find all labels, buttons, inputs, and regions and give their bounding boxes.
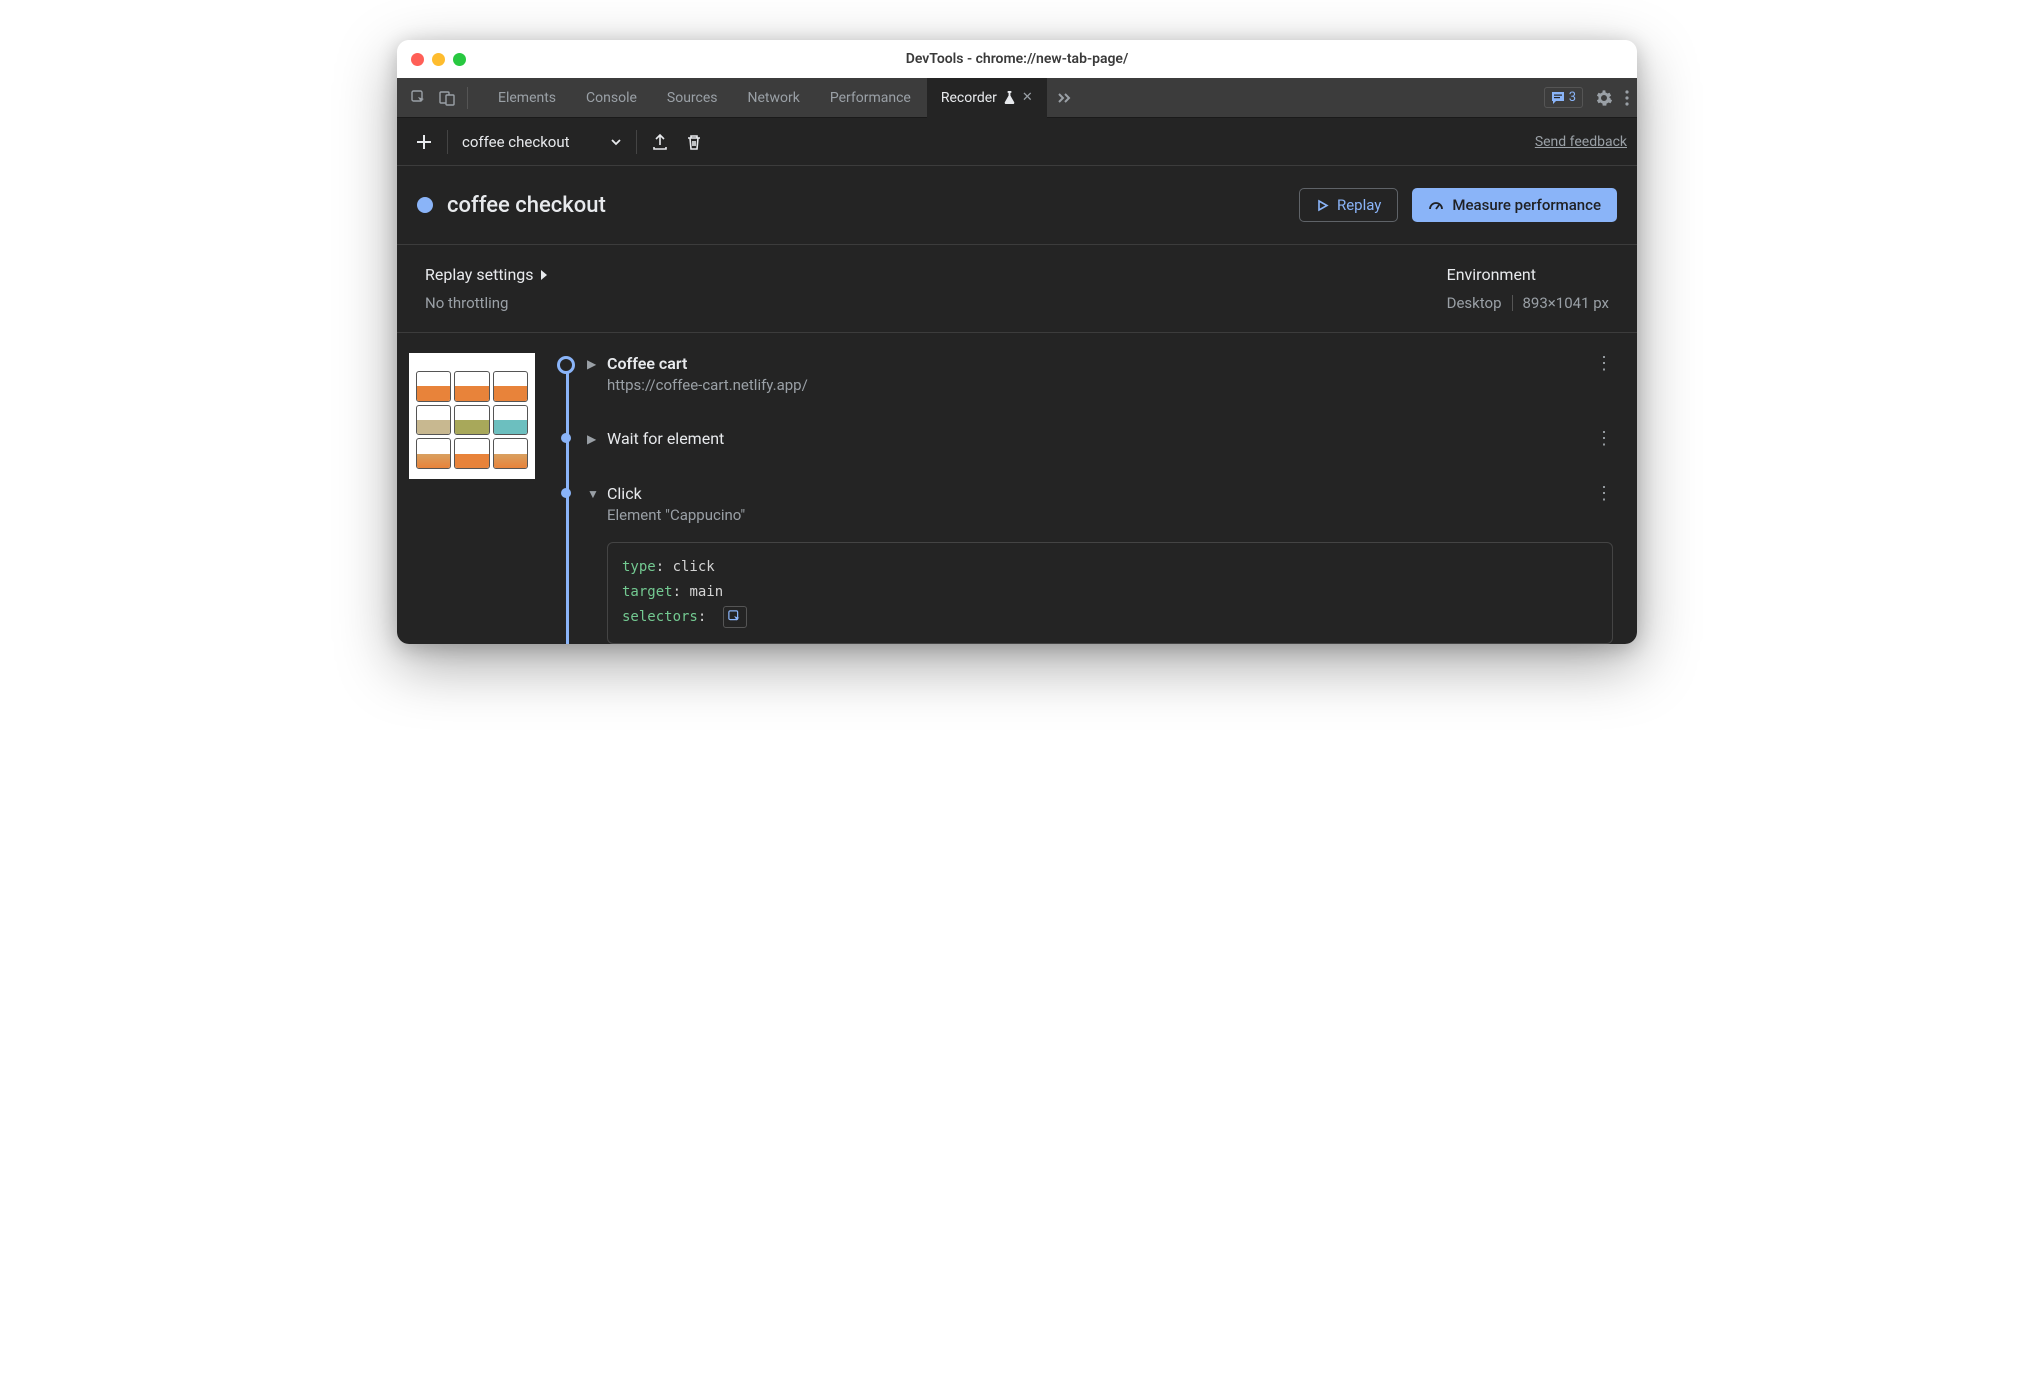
- step-menu-button[interactable]: ⋮: [1595, 353, 1613, 374]
- step-title: Click: [607, 484, 642, 503]
- replay-button[interactable]: Replay: [1299, 188, 1398, 222]
- new-recording-button[interactable]: [407, 125, 441, 159]
- step-url: https://coffee-cart.netlify.app/: [607, 376, 1625, 394]
- divider: [636, 130, 637, 154]
- panel-tabs: Elements Console Sources Network Perform…: [484, 78, 1047, 118]
- step-subtitle: Element "Cappucino": [607, 506, 1625, 524]
- step-title: Coffee cart: [607, 354, 687, 373]
- chevron-down-icon: [610, 136, 622, 148]
- step-wait: ▶ Wait for element ⋮: [553, 428, 1625, 449]
- step-menu-button[interactable]: ⋮: [1595, 428, 1613, 449]
- issues-badge[interactable]: 3: [1544, 87, 1583, 108]
- tabstrip-right: 3: [1544, 87, 1629, 108]
- settings-gear-icon[interactable]: [1595, 89, 1613, 107]
- selector-picker-button[interactable]: [723, 606, 747, 628]
- window-titlebar: DevTools - chrome://new-tab-page/: [397, 40, 1637, 78]
- more-options-icon[interactable]: [1625, 90, 1629, 106]
- export-button[interactable]: [643, 125, 677, 159]
- step-title: Wait for element: [607, 429, 724, 448]
- device-label: Desktop: [1447, 294, 1502, 312]
- environment-details: Desktop 893×1041 px: [1447, 294, 1609, 312]
- tab-network[interactable]: Network: [734, 78, 814, 118]
- step-marker: [561, 488, 571, 498]
- step-marker-start: [557, 356, 575, 374]
- recorder-toolbar: coffee checkout Send feedback: [397, 118, 1637, 166]
- expand-step-button[interactable]: ▶: [587, 432, 597, 446]
- experiment-flask-icon: [1003, 91, 1016, 104]
- caret-right-icon: [540, 269, 549, 281]
- recording-name-label: coffee checkout: [462, 133, 570, 151]
- message-icon: [1551, 91, 1565, 105]
- tab-sources[interactable]: Sources: [653, 78, 732, 118]
- inspect-element-icon[interactable]: [405, 84, 433, 112]
- fullscreen-window-button[interactable]: [453, 53, 466, 66]
- steps-timeline: ▶ Coffee cart ⋮ https://coffee-cart.netl…: [553, 353, 1625, 644]
- collapse-step-button[interactable]: ▼: [587, 487, 597, 501]
- tab-recorder[interactable]: Recorder ✕: [927, 78, 1047, 118]
- recording-selector[interactable]: coffee checkout: [454, 133, 630, 151]
- tab-performance[interactable]: Performance: [816, 78, 925, 118]
- divider: [447, 130, 448, 154]
- main-tabstrip: Elements Console Sources Network Perform…: [397, 78, 1637, 118]
- devtools-body: Elements Console Sources Network Perform…: [397, 78, 1637, 644]
- more-tabs-icon[interactable]: [1057, 91, 1071, 105]
- device-toggle-icon[interactable]: [433, 84, 461, 112]
- resolution-label: 893×1041 px: [1523, 294, 1610, 312]
- play-icon: [1316, 199, 1329, 212]
- divider: [467, 87, 468, 109]
- environment-label: Environment: [1447, 265, 1609, 284]
- export-icon: [651, 133, 669, 151]
- step-marker: [561, 433, 571, 443]
- send-feedback-link[interactable]: Send feedback: [1535, 134, 1627, 150]
- minimize-window-button[interactable]: [432, 53, 445, 66]
- inspect-icon: [728, 610, 742, 624]
- plus-icon: [415, 133, 433, 151]
- step-initial: ▶ Coffee cart ⋮ https://coffee-cart.netl…: [553, 353, 1625, 394]
- devtools-window: DevTools - chrome://new-tab-page/ Elemen…: [397, 40, 1637, 644]
- recording-status-dot: [417, 197, 433, 213]
- throttling-label: No throttling: [425, 294, 1447, 312]
- trash-icon: [685, 133, 703, 151]
- expand-step-button[interactable]: ▶: [587, 357, 597, 371]
- tab-console[interactable]: Console: [572, 78, 651, 118]
- tab-elements[interactable]: Elements: [484, 78, 570, 118]
- step-details-code: type: click target: main selectors:: [607, 542, 1613, 644]
- window-title: DevTools - chrome://new-tab-page/: [906, 51, 1129, 67]
- delete-button[interactable]: [677, 125, 711, 159]
- replay-settings-toggle[interactable]: Replay settings: [425, 265, 1447, 284]
- step-click: ▼ Click ⋮ Element "Cappucino" type: clic…: [553, 483, 1625, 644]
- step-menu-button[interactable]: ⋮: [1595, 483, 1613, 504]
- page-thumbnail: [409, 353, 535, 479]
- close-tab-icon[interactable]: ✕: [1022, 90, 1033, 105]
- recording-title: coffee checkout: [447, 193, 606, 218]
- gauge-icon: [1428, 197, 1444, 213]
- traffic-lights: [411, 53, 466, 66]
- recording-header: coffee checkout Replay Measure performan…: [397, 166, 1637, 245]
- replay-settings-section: Replay settings No throttling Environmen…: [397, 245, 1637, 333]
- close-window-button[interactable]: [411, 53, 424, 66]
- measure-performance-button[interactable]: Measure performance: [1412, 188, 1617, 222]
- steps-section: ▶ Coffee cart ⋮ https://coffee-cart.netl…: [397, 333, 1637, 644]
